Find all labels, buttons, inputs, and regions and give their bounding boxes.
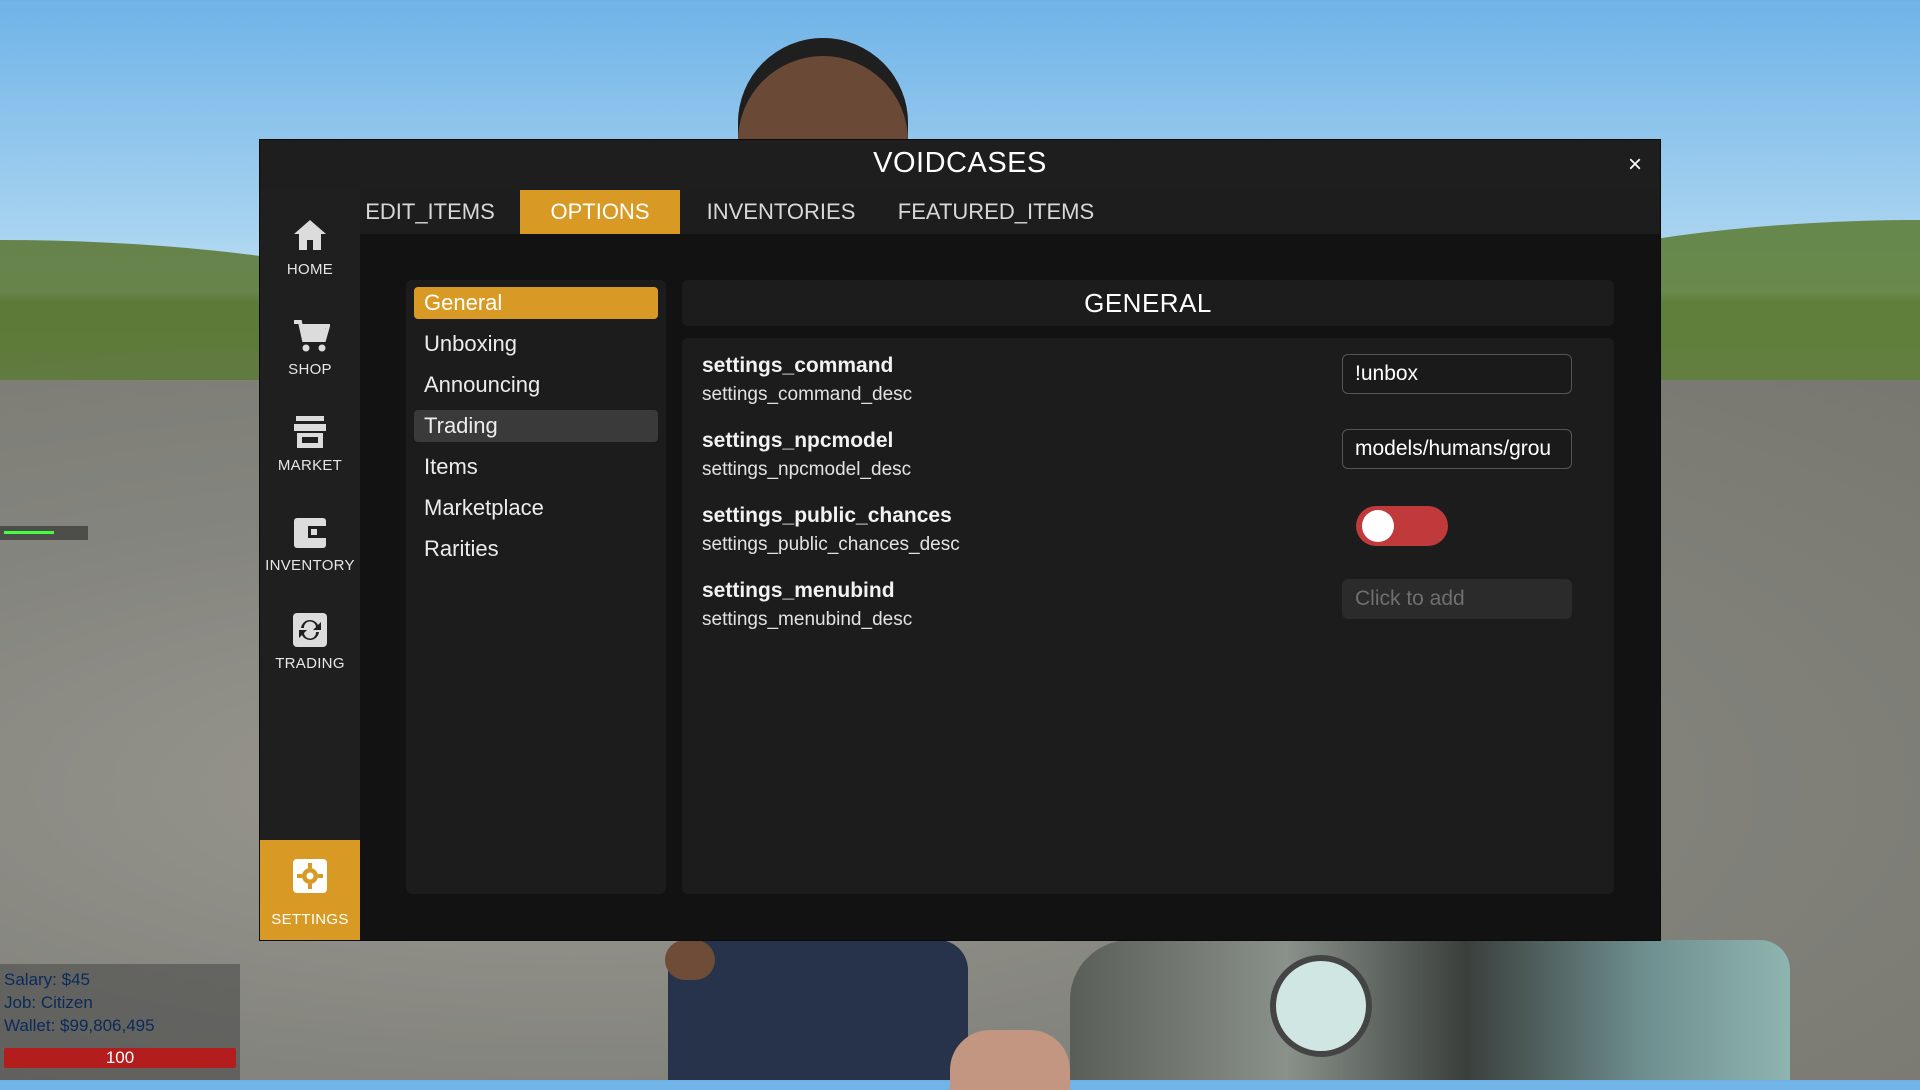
tab-bar: EDIT_ITEMS OPTIONS INVENTORIES FEATURED_…: [360, 190, 1660, 234]
settings-list: settings_command settings_command_desc !…: [682, 338, 1614, 894]
category-item-unboxing[interactable]: Unboxing: [414, 328, 658, 360]
player-nametag: ▬▬▬▬▬: [0, 526, 88, 540]
sidebar-item-settings[interactable]: SETTINGS: [260, 840, 360, 940]
sidebar-item-shop[interactable]: SHOP: [260, 300, 360, 390]
category-item-announcing[interactable]: Announcing: [414, 369, 658, 401]
tab-inventories[interactable]: INVENTORIES: [686, 190, 876, 234]
menubind-keybind-input[interactable]: Click to add: [1342, 579, 1572, 619]
public-chances-toggle[interactable]: [1356, 506, 1448, 546]
sidebar-item-market[interactable]: MARKET: [260, 396, 360, 486]
sidebar-item-label: TRADING: [275, 655, 345, 672]
sidebar-item-home[interactable]: HOME: [260, 200, 360, 290]
wallet-icon: [294, 518, 326, 548]
sidebar-item-label: SETTINGS: [271, 911, 349, 928]
home-icon: [294, 220, 326, 250]
category-item-trading[interactable]: Trading: [414, 410, 658, 442]
sidebar-item-inventory[interactable]: INVENTORY: [260, 496, 360, 586]
tab-featured-items[interactable]: FEATURED_ITEMS: [886, 190, 1106, 234]
category-item-marketplace[interactable]: Marketplace: [414, 492, 658, 524]
setting-name: settings_command: [702, 354, 894, 377]
player-hand: [950, 1030, 1070, 1090]
hud-job: Job: Citizen: [4, 993, 93, 1012]
setting-description: settings_command_desc: [702, 384, 913, 405]
section-title: GENERAL: [1084, 288, 1212, 318]
category-item-items[interactable]: Items: [414, 451, 658, 483]
setting-description: settings_npcmodel_desc: [702, 459, 912, 480]
nametag-text: ▬▬▬▬▬: [4, 526, 54, 537]
setting-row: settings_menubind settings_menubind_desc…: [702, 579, 1582, 639]
setting-description: settings_menubind_desc: [702, 609, 913, 630]
npcmodel-input[interactable]: models/humans/grou: [1342, 429, 1572, 469]
sidebar-item-label: INVENTORY: [265, 557, 355, 574]
gear-icon: [293, 859, 327, 893]
setting-row: settings_npcmodel settings_npcmodel_desc…: [702, 429, 1582, 489]
cart-icon: [294, 320, 330, 352]
command-input[interactable]: !unbox: [1342, 354, 1572, 394]
health-bar: 100: [4, 1048, 236, 1068]
category-list: General Unboxing Announcing Trading Item…: [406, 280, 666, 894]
setting-description: settings_public_chances_desc: [702, 534, 960, 555]
setting-name: settings_npcmodel: [702, 429, 894, 452]
setting-row: settings_public_chances settings_public_…: [702, 504, 1582, 564]
setting-name: settings_public_chances: [702, 504, 952, 527]
category-item-rarities[interactable]: Rarities: [414, 533, 658, 565]
hud-wallet: Wallet: $99,806,495: [4, 1016, 155, 1035]
sidebar: HOME SHOP MARKET INVENTORY TRADING SETTI…: [260, 190, 360, 940]
section-header: GENERAL: [682, 280, 1614, 326]
store-icon: [294, 416, 326, 448]
title-bar[interactable]: VOIDCASES ×: [260, 140, 1660, 190]
sidebar-item-label: SHOP: [288, 361, 332, 378]
trade-icon: [293, 613, 327, 647]
weapon-gauge: [1270, 955, 1372, 1057]
sidebar-item-label: MARKET: [277, 457, 343, 474]
player-hud: Salary: $45 Job: Citizen Wallet: $99,806…: [0, 964, 240, 1080]
npc-hand: [665, 940, 715, 980]
tab-edit-items[interactable]: EDIT_ITEMS: [360, 190, 500, 234]
sidebar-item-label: HOME: [286, 261, 334, 278]
player-weapon: [1070, 940, 1790, 1080]
category-item-general[interactable]: General: [414, 287, 658, 319]
toggle-knob: [1362, 510, 1394, 542]
sidebar-item-trading[interactable]: TRADING: [260, 594, 360, 684]
setting-name: settings_menubind: [702, 579, 895, 602]
window-title: VOIDCASES: [873, 147, 1047, 179]
tab-options[interactable]: OPTIONS: [520, 190, 680, 234]
voidcases-window: VOIDCASES × HOME SHOP MARKET INVENTORY T…: [260, 140, 1660, 940]
close-button[interactable]: ×: [1620, 150, 1650, 180]
setting-row: settings_command settings_command_desc !…: [702, 354, 1582, 414]
hud-salary: Salary: $45: [4, 970, 90, 989]
